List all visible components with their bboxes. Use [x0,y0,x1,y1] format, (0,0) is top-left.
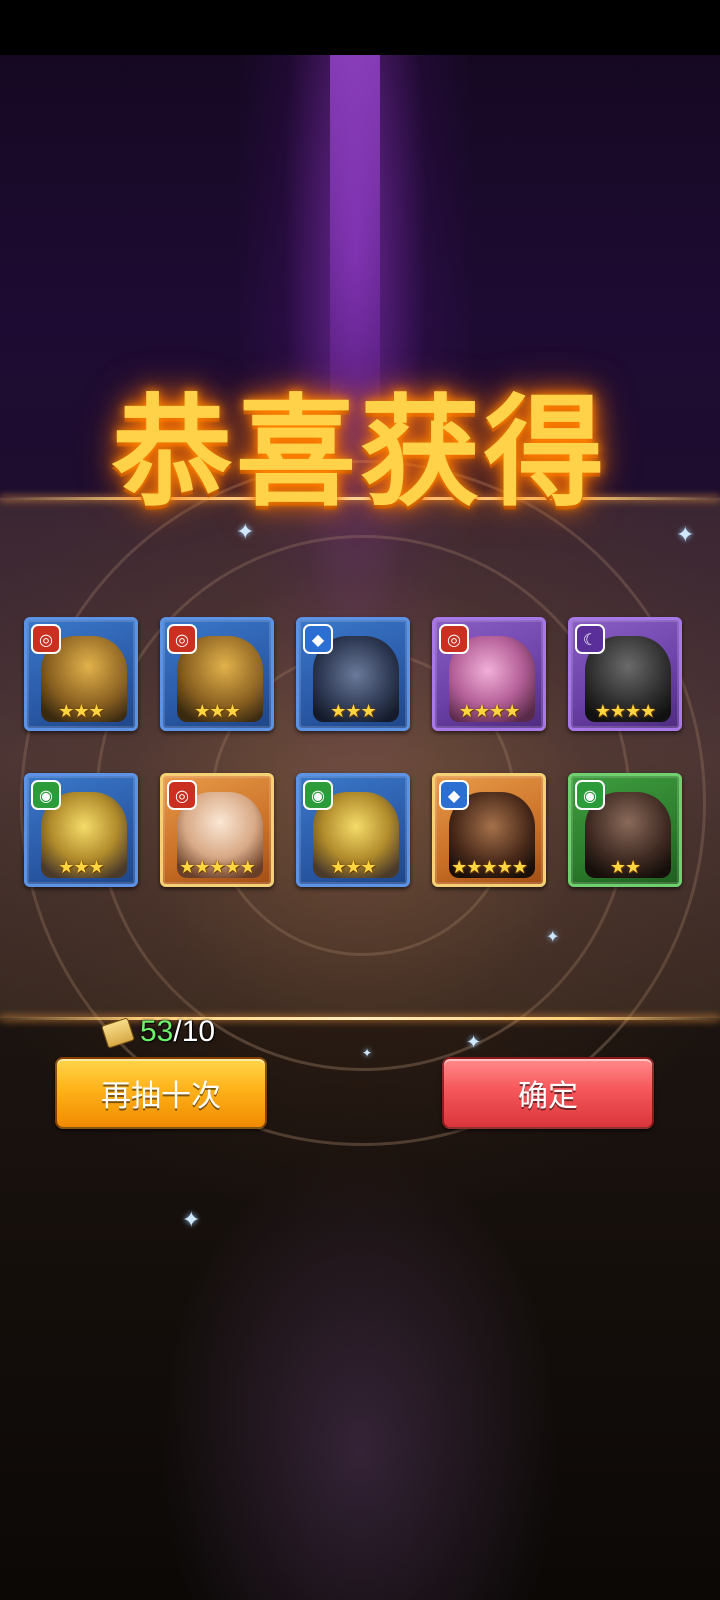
wind-element-icon: ◉ [31,780,61,810]
star-rating: ★★★ [58,857,104,878]
star-rating: ★★★ [330,701,376,722]
scroll-count: 53/10 [140,1015,215,1049]
scroll-have: 53 [140,1015,174,1048]
status-bar [0,0,720,55]
star-rating: ★★★★★ [451,857,528,878]
sparkle-icon: ✦ [466,1032,482,1053]
star-rating: ★★★ [330,857,376,878]
reward-card[interactable]: ◎ ★★★ [160,617,274,731]
star-rating: ★★★★★ [179,857,256,878]
water-element-icon: ◆ [439,780,469,810]
sparkle-icon: ✦ [676,523,695,548]
sparkle-icon: ✦ [362,1046,373,1060]
fire-element-icon: ◎ [167,780,197,810]
reward-card[interactable]: ◎ ★★★★★ [160,773,274,887]
sparkle-icon: ✦ [236,520,255,545]
dark-element-icon: ☾ [575,624,605,654]
fire-element-icon: ◎ [439,624,469,654]
fire-element-icon: ◎ [31,624,61,654]
reward-card[interactable]: ◎ ★★★ [24,617,138,731]
reward-card[interactable]: ☾ ★★★★ [568,617,682,731]
star-rating: ★★★★ [458,701,521,722]
reward-band [0,498,720,1018]
scroll-counter: 53/10 [100,1012,215,1052]
scroll-separator: / [173,1015,182,1048]
reward-card[interactable]: ◉ ★★★ [296,773,410,887]
reward-card[interactable]: ◎ ★★★★ [432,617,546,731]
scroll-icon [100,1015,136,1049]
gacha-result-screen: 恭喜获得 ◎ ★★★ ◎ ★★★ ◆ ★★★ ◎ ★★★★ ☾ ★★★★ ◉ ★★★ ◎ ★★★★★ ◉ ★★… [0,0,720,1600]
scroll-need: 10 [181,1015,216,1048]
sparkle-icon: ✦ [546,927,560,946]
draw-ten-again-button[interactable]: 再抽十次 [55,1057,267,1129]
fire-element-icon: ◎ [167,624,197,654]
wind-element-icon: ◉ [575,780,605,810]
star-rating: ★★★★ [594,701,657,722]
star-rating: ★★★ [58,701,104,722]
star-rating: ★★★ [194,701,240,722]
reward-card[interactable]: ◉ ★★★ [24,773,138,887]
reward-card[interactable]: ◆ ★★★★★ [432,773,546,887]
sparkle-icon: ✦ [182,1208,201,1233]
reward-card[interactable]: ◆ ★★★ [296,617,410,731]
confirm-button[interactable]: 确定 [442,1057,654,1129]
star-rating: ★★ [609,857,641,878]
water-element-icon: ◆ [303,624,333,654]
page-title: 恭喜获得 [112,382,608,523]
reward-card[interactable]: ◉ ★★ [568,773,682,887]
wind-element-icon: ◉ [303,780,333,810]
